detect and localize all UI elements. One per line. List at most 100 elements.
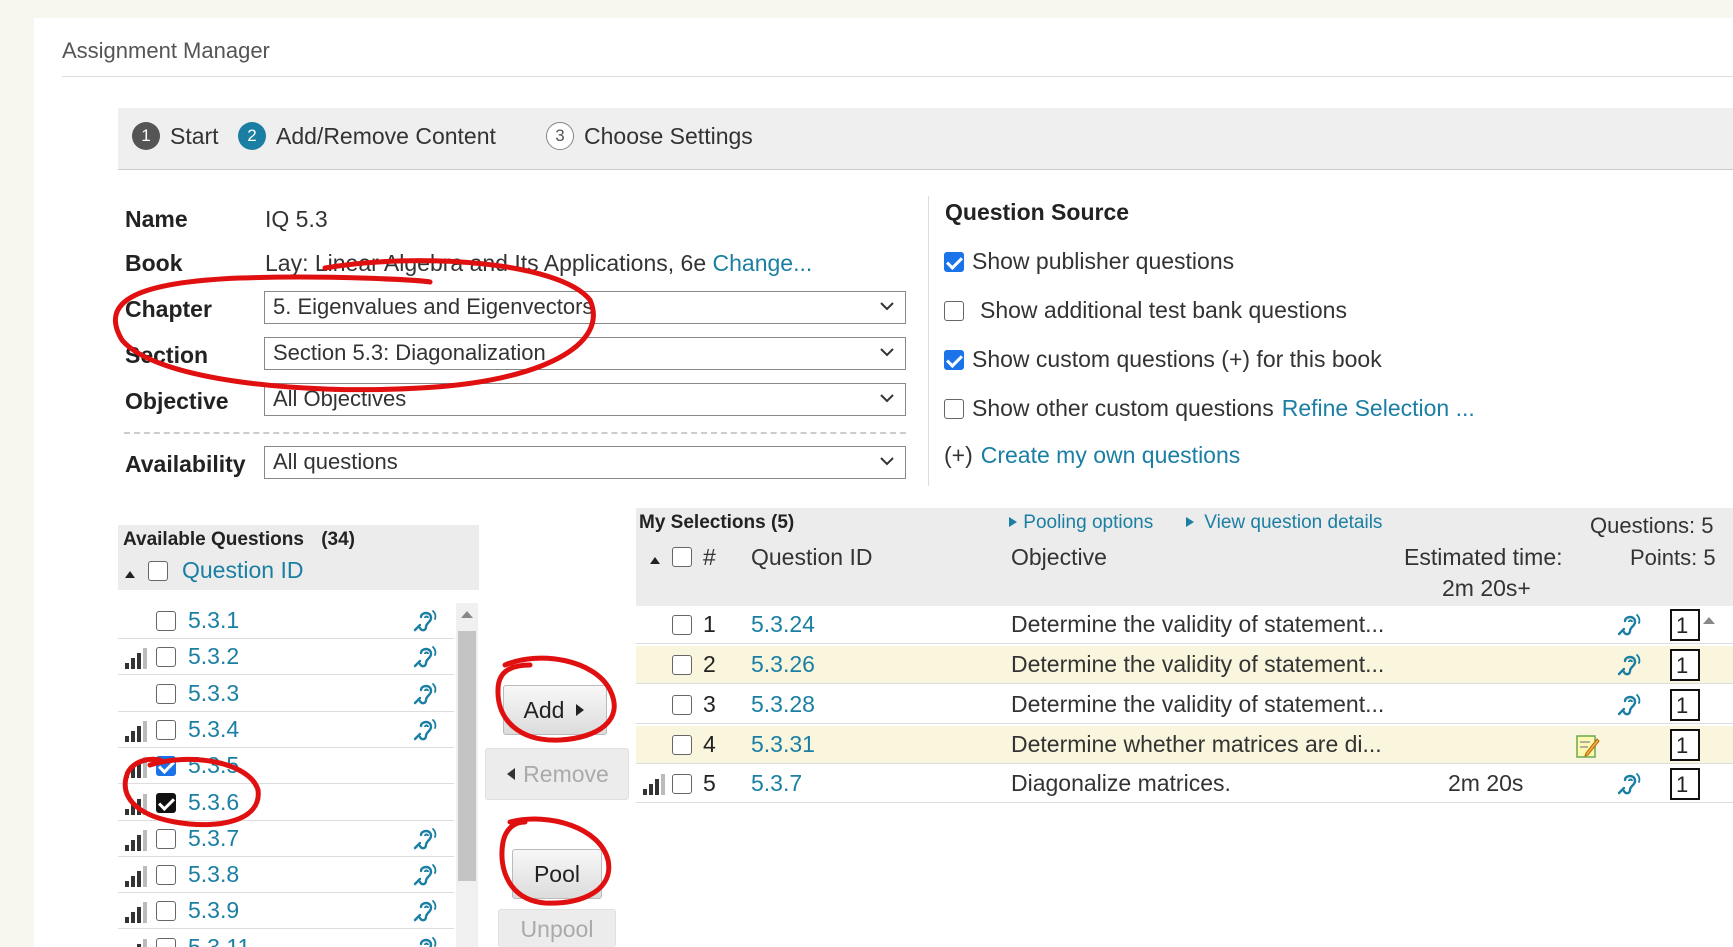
selection-row[interactable]: 1 5.3.24 Determine the validity of stateme… [636,606,1733,644]
selection-checkbox[interactable] [672,655,692,675]
question-checkbox[interactable] [156,865,176,886]
available-list-scrollbar[interactable] [456,603,478,947]
selection-row[interactable]: 4 5.3.31 Determine whether matrices are di… [636,726,1733,764]
show-test-bank-checkbox[interactable] [944,300,964,321]
question-id-link[interactable]: 5.3.8 [188,861,239,888]
show-publisher-checkbox[interactable] [944,251,964,272]
question-id-link[interactable]: 5.3.7 [188,825,239,852]
available-question-row[interactable]: 5.3.7 [118,821,454,857]
change-book-link[interactable]: Change... [713,250,813,276]
chapter-selected-value: 5. Eigenvalues and Eigenvectors [273,294,594,319]
selection-question-id-link[interactable]: 5.3.24 [751,611,815,638]
question-id-link[interactable]: 5.3.3 [188,680,239,707]
hearing-accessibility-icon [1617,654,1641,676]
remove-button-label: Remove [523,760,609,787]
availability-select[interactable]: All questions [264,446,906,479]
question-id-link[interactable]: 5.3.2 [188,643,239,670]
points-input[interactable]: 1 [1670,689,1700,721]
show-custom-book-row: Show custom questions (+) for this book [944,346,1382,373]
selection-question-id-link[interactable]: 5.3.28 [751,691,815,718]
step-add-remove-content[interactable]: 2 Add/Remove Content [238,122,496,150]
triangle-right-icon [1186,517,1194,527]
difficulty-bars-icon [643,774,665,795]
scroll-up-arrow-icon[interactable] [461,611,473,618]
section-select[interactable]: Section 5.3: Diagonalization [264,337,906,370]
chapter-select[interactable]: 5. Eigenvalues and Eigenvectors [264,291,906,324]
remove-button[interactable]: Remove [485,748,629,800]
available-question-row[interactable]: 5.3.6 [118,785,454,821]
available-question-row[interactable]: 5.3.4 [118,712,454,748]
selection-question-id-link[interactable]: 5.3.7 [751,770,802,797]
points-input[interactable]: 1 [1670,609,1700,641]
question-checkbox[interactable] [156,828,176,849]
available-question-id-column[interactable]: Question ID [182,557,303,584]
points-input[interactable]: 1 [1670,729,1700,761]
question-id-link[interactable]: 5.3.4 [188,716,239,743]
available-question-row[interactable]: 5.3.9 [118,893,454,930]
available-question-row[interactable]: 5.3.2 [118,639,454,676]
selection-row[interactable]: 5 5.3.7 Diagonalize matrices. 2m 20s 1 [636,765,1733,803]
select-all-available-checkbox[interactable] [148,560,168,581]
selection-question-id-column[interactable]: Question ID [751,544,872,571]
question-checkbox[interactable] [156,937,176,947]
create-own-questions-link[interactable]: Create my own questions [981,442,1241,469]
add-button[interactable]: Add [503,685,607,735]
selection-row[interactable]: 2 5.3.26 Determine the validity of stateme… [636,646,1733,684]
show-custom-book-checkbox[interactable] [944,349,964,370]
difficulty-bars-icon [125,793,147,815]
scroll-up-arrow-icon[interactable] [1703,617,1715,624]
unpool-button[interactable]: Unpool [498,909,616,947]
view-question-details-label: View question details [1204,512,1383,533]
question-id-link[interactable]: 5.3.1 [188,607,239,634]
pooling-options-link[interactable]: Pooling options [1008,512,1153,534]
section-label: Section [125,342,209,368]
available-question-row[interactable]: 5.3.8 [118,857,454,894]
wizard-steps: 1 Start 2 Add/Remove Content 3 Choose Se… [118,108,1733,170]
question-checkbox[interactable] [156,719,176,740]
select-all-selections-checkbox[interactable] [672,547,692,567]
step-number: 1 [132,122,160,150]
show-other-custom-checkbox[interactable] [944,398,964,419]
sort-ascending-icon[interactable] [124,568,136,580]
refine-selection-link[interactable]: Refine Selection ... [1282,395,1475,422]
view-question-details-link[interactable]: View question details [1185,512,1382,534]
pool-button[interactable]: Pool [512,849,602,899]
question-id-link[interactable]: 5.3.6 [188,789,239,816]
selection-question-id-link[interactable]: 5.3.31 [751,731,815,758]
points-input[interactable]: 1 [1670,649,1700,681]
chevron-down-icon [880,457,894,466]
scrollbar-thumb[interactable] [458,631,476,881]
selection-checkbox[interactable] [672,695,692,715]
selection-number: 1 [703,611,716,637]
step-choose-settings[interactable]: 3 Choose Settings [546,122,753,150]
available-question-row[interactable]: 5.3.1 [118,603,454,639]
available-question-row[interactable]: 5.3.5 [118,748,454,785]
question-checkbox[interactable] [156,756,176,777]
available-question-row[interactable]: 5.3.11 [118,930,454,947]
question-checkbox[interactable] [156,901,176,922]
question-checkbox[interactable] [156,611,176,631]
selection-checkbox[interactable] [672,774,692,794]
hearing-accessibility-icon [1617,694,1641,716]
create-own-row: (+) Create my own questions [944,442,1240,469]
selection-checkbox[interactable] [672,735,692,755]
points-input[interactable]: 1 [1670,768,1700,800]
sort-ascending-icon[interactable] [649,554,661,566]
app-title: Assignment Manager [62,38,270,63]
question-checkbox[interactable] [156,647,176,668]
question-id-link[interactable]: 5.3.11 [188,934,250,947]
selection-checkbox[interactable] [672,615,692,635]
selection-question-id-link[interactable]: 5.3.26 [751,651,815,678]
vertical-divider [928,196,929,486]
objective-select[interactable]: All Objectives [264,383,906,416]
question-checkbox[interactable] [156,792,176,813]
availability-selected-value: All questions [273,449,398,474]
available-question-row[interactable]: 5.3.3 [118,676,454,712]
question-id-link[interactable]: 5.3.9 [188,897,239,924]
triangle-right-icon [1009,517,1017,527]
section-selected-value: Section 5.3: Diagonalization [273,340,546,365]
question-id-link[interactable]: 5.3.5 [188,752,239,779]
step-start[interactable]: 1 Start [132,122,219,150]
selection-row[interactable]: 3 5.3.28 Determine the validity of stateme… [636,686,1733,724]
question-checkbox[interactable] [156,683,176,704]
